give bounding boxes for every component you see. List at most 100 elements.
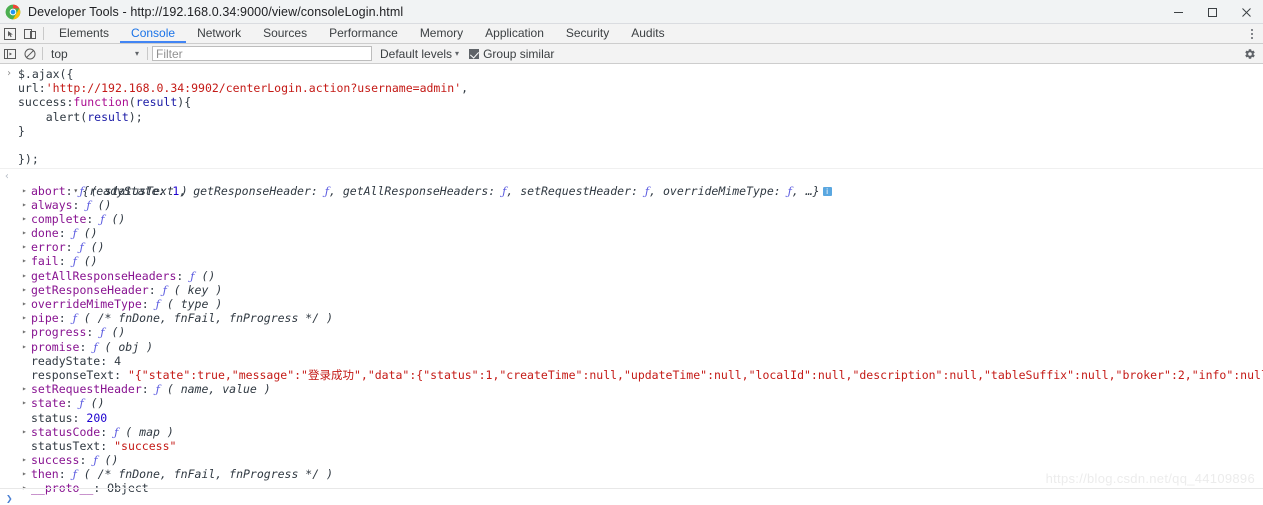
code-token: 4 <box>114 353 122 368</box>
console-input-message[interactable]: › $.ajax({url:'http://192.168.0.34:9902/… <box>0 64 1263 168</box>
object-summary-line[interactable]: ▾ {readyState: 1, getResponseHeader: ƒ, g… <box>0 169 1263 198</box>
property-colon: : <box>148 282 163 297</box>
console-result-message[interactable]: ‹ ▾ {readyState: 1, getResponseHeader: ƒ,… <box>0 168 1263 495</box>
device-toolbar-icon[interactable] <box>20 24 40 43</box>
log-levels-select[interactable]: Default levels ▾ <box>380 47 459 61</box>
tab-audits[interactable]: Audits <box>620 24 675 43</box>
tab-performance[interactable]: Performance <box>318 24 409 43</box>
object-property-row[interactable]: ▸ state: ƒ () <box>0 396 1263 410</box>
filter-input[interactable] <box>152 46 372 61</box>
tab-network[interactable]: Network <box>186 24 252 43</box>
console-sidebar-icon[interactable] <box>0 44 20 64</box>
property-name: success <box>31 453 80 468</box>
tab-memory[interactable]: Memory <box>409 24 474 43</box>
expand-toggle-icon[interactable]: ▸ <box>22 453 31 467</box>
tab-application[interactable]: Application <box>474 24 555 43</box>
object-summary-text: {readyState: 1, getResponseHeader: ƒ, ge… <box>82 184 819 198</box>
filter-divider-1 <box>42 47 43 60</box>
expand-toggle-icon[interactable]: ▸ <box>22 226 31 240</box>
object-property-row[interactable]: ▸ error: ƒ () <box>0 240 1263 254</box>
expand-toggle-icon[interactable]: ▸ <box>22 467 31 481</box>
code-token: ( <box>128 95 136 110</box>
object-property-row[interactable]: ▸ complete: ƒ () <box>0 212 1263 226</box>
code-token: () <box>104 325 126 340</box>
object-property-row[interactable]: ▸ fail: ƒ () <box>0 254 1263 268</box>
object-property-row[interactable]: status: 200 <box>0 411 1263 425</box>
window-title: Developer Tools - http://192.168.0.34:90… <box>28 4 404 19</box>
expand-toggle-icon[interactable]: ▸ <box>22 340 31 354</box>
code-token: () <box>104 211 126 226</box>
minimize-button[interactable] <box>1161 0 1195 24</box>
object-property-row[interactable]: ▸ done: ƒ () <box>0 226 1263 240</box>
expand-toggle-icon[interactable]: ▸ <box>22 198 31 212</box>
code-line: alert(result); <box>0 110 1263 124</box>
tab-label: Sources <box>263 25 308 40</box>
code-token: ) <box>139 339 154 354</box>
property-value: ƒ () <box>100 212 125 226</box>
code-token: ( <box>118 424 140 439</box>
object-property-row[interactable]: ▸ promise: ƒ ( obj ) <box>0 340 1263 354</box>
code-line: } <box>0 124 1263 138</box>
tab-elements[interactable]: Elements <box>48 24 120 43</box>
object-property-row[interactable]: ▸ then: ƒ ( /* fnDone, fnFail, fnProgress… <box>0 467 1263 481</box>
property-name: statusText <box>31 438 101 453</box>
object-property-row[interactable]: ▸ progress: ƒ () <box>0 325 1263 339</box>
tab-security[interactable]: Security <box>555 24 620 43</box>
object-property-row[interactable]: ▸ getAllResponseHeaders: ƒ () <box>0 269 1263 283</box>
code-token: () <box>83 396 105 411</box>
tab-label: Elements <box>59 25 110 40</box>
group-similar-checkbox[interactable]: Group similar <box>469 47 554 61</box>
property-name: promise <box>31 339 80 354</box>
expand-toggle-icon[interactable]: ▸ <box>22 240 31 254</box>
devtools-window: Developer Tools - http://192.168.0.34:90… <box>0 0 1263 505</box>
inspect-element-icon[interactable] <box>0 24 20 43</box>
settings-gear-icon[interactable] <box>1240 44 1260 64</box>
object-property-row[interactable]: responseText: "{"state":true,"message":"… <box>0 368 1263 382</box>
expand-toggle-icon[interactable]: ▸ <box>22 325 31 339</box>
expand-toggle-icon[interactable]: ▸ <box>22 283 31 297</box>
tab-console[interactable]: Console <box>120 24 187 43</box>
chevron-down-icon: ▾ <box>134 48 139 58</box>
expand-toggle-icon[interactable]: ▸ <box>22 396 31 410</box>
console-prompt-row[interactable]: ❯ <box>0 488 1263 505</box>
code-token: obj <box>118 339 140 354</box>
code-token: statusText <box>104 183 174 198</box>
code-token: () <box>76 254 98 269</box>
expand-toggle-icon[interactable]: ▸ <box>22 297 31 311</box>
property-value: ƒ ( map ) <box>114 425 174 439</box>
property-colon: : <box>86 211 101 226</box>
expand-toggle-icon[interactable]: ▸ <box>22 269 31 283</box>
property-name: state <box>31 396 66 411</box>
object-property-row[interactable]: readyState: 4 <box>0 354 1263 368</box>
expand-toggle-icon[interactable]: ▸ <box>22 184 31 198</box>
expand-toggle-icon[interactable]: ▸ <box>22 425 31 439</box>
object-property-row[interactable]: ▸ success: ƒ () <box>0 453 1263 467</box>
execution-context-select[interactable]: top ▾ <box>47 47 143 61</box>
checkbox-icon[interactable] <box>469 48 480 59</box>
expand-toggle-icon[interactable]: ▸ <box>22 254 31 268</box>
object-property-row[interactable]: ▸ setRequestHeader: ƒ ( name, value ) <box>0 382 1263 396</box>
property-colon: : <box>141 297 156 311</box>
property-colon: : <box>100 424 115 439</box>
expand-toggle-icon[interactable]: ▸ <box>22 382 31 396</box>
object-property-row[interactable]: statusText: "success" <box>0 439 1263 453</box>
object-property-row[interactable]: ▸ statusCode: ƒ ( map ) <box>0 425 1263 439</box>
code-token: function <box>73 95 129 110</box>
property-colon: : <box>65 240 80 255</box>
object-property-row[interactable]: ▸ pipe: ƒ ( /* fnDone, fnFail, fnProgress… <box>0 311 1263 325</box>
object-property-row[interactable]: ▸ getResponseHeader: ƒ ( key ) <box>0 283 1263 297</box>
console-output[interactable]: › $.ajax({url:'http://192.168.0.34:9902/… <box>0 64 1263 505</box>
expand-toggle-icon[interactable]: ▸ <box>22 311 31 325</box>
tab-sources[interactable]: Sources <box>252 24 318 43</box>
clear-console-icon[interactable] <box>20 44 40 64</box>
close-button[interactable] <box>1229 0 1263 24</box>
object-property-row[interactable]: ▸ overrideMimeType: ƒ ( type ) <box>0 297 1263 311</box>
maximize-button[interactable] <box>1195 0 1229 24</box>
expand-toggle-icon[interactable]: ▸ <box>22 212 31 226</box>
title-bar: Developer Tools - http://192.168.0.34:90… <box>0 0 1263 24</box>
property-name: fail <box>31 254 59 269</box>
object-property-row[interactable]: ▸ always: ƒ () <box>0 198 1263 212</box>
info-icon[interactable]: i <box>822 186 832 196</box>
more-options-icon[interactable] <box>1243 24 1261 44</box>
log-levels-label: Default levels <box>380 46 453 61</box>
